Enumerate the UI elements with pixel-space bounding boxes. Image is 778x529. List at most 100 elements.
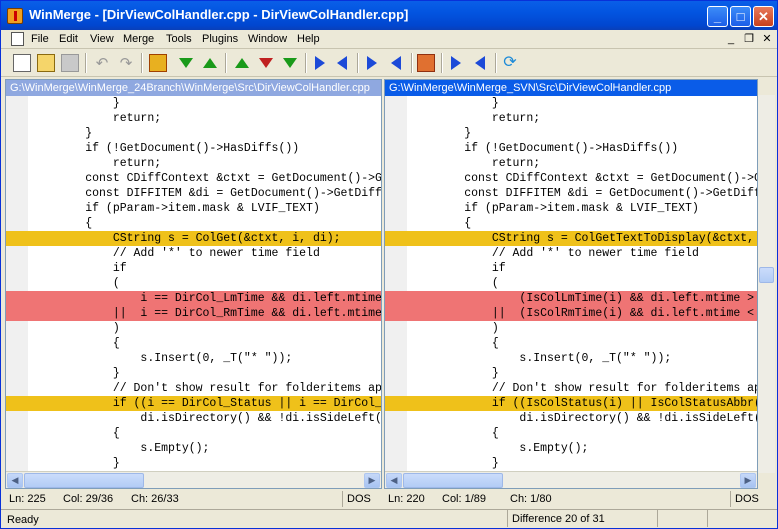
prev-diff-icon[interactable] [201,54,219,72]
right-code-view[interactable]: } return; } if (!GetDocument()->HasDiffs… [385,96,757,471]
left-horizontal-scrollbar[interactable]: ◀ ▶ [6,471,381,488]
code-line[interactable]: const CDiffContext &ctxt = GetDocument()… [6,171,381,186]
first-diff-icon[interactable] [233,54,251,72]
new-icon[interactable] [13,54,31,72]
mdi-restore-button[interactable]: ❐ [741,32,757,46]
code-line[interactable]: { [385,216,757,231]
menu-file[interactable]: File [31,33,49,45]
right-scroll-right-button[interactable]: ▶ [740,473,756,488]
right-scroll-thumb[interactable] [403,473,503,488]
code-line[interactable]: } [385,126,757,141]
code-line[interactable]: } [6,96,381,111]
copy-to-right-icon[interactable] [311,54,329,72]
document-icon[interactable] [11,32,24,46]
menu-merge[interactable]: Merge [123,33,154,45]
code-line[interactable]: { [385,336,757,351]
copy-to-left-icon[interactable] [333,54,351,72]
vertical-scrollbar[interactable] [758,95,775,473]
code-line[interactable]: { [6,216,381,231]
current-diff-icon[interactable] [149,54,167,72]
open-icon[interactable] [37,54,55,72]
right-horizontal-scrollbar[interactable]: ◀ ▶ [385,471,757,488]
maximize-button[interactable]: □ [730,6,751,27]
code-line[interactable]: if (!GetDocument()->HasDiffs()) [6,141,381,156]
code-line[interactable]: const DIFFITEM &di = GetDocument()->GetD… [385,186,757,201]
code-line[interactable]: } [385,96,757,111]
menu-tools[interactable]: Tools [166,33,192,45]
code-line[interactable]: if (pParam->item.mask & LVIF_TEXT) [385,201,757,216]
copy-all-left-icon[interactable] [471,54,489,72]
menu-plugins[interactable]: Plugins [202,33,238,45]
vertical-scroll-thumb[interactable] [759,267,774,283]
left-scroll-thumb[interactable] [24,473,144,488]
code-line[interactable]: const DIFFITEM &di = GetDocument()->GetD… [6,186,381,201]
code-line[interactable]: s.Empty(); [385,441,757,456]
right-pane[interactable]: G:\WinMerge\WinMerge_SVN\Src\DirViewColH… [384,79,758,489]
menu-view[interactable]: View [90,33,114,45]
code-line[interactable]: // Add '*' to newer time field [385,246,757,261]
code-line[interactable]: } [6,126,381,141]
minimize-button[interactable]: _ [707,6,728,27]
code-line[interactable]: // Add '*' to newer time field [6,246,381,261]
code-line[interactable]: s.Empty(); [6,441,381,456]
code-line[interactable]: di.isDirectory() && !di.isSideLeft() && [6,411,381,426]
code-line[interactable]: i == DirCol_LmTime && di.left.mtime > d [6,291,381,306]
last-diff-icon[interactable] [281,54,299,72]
code-line[interactable]: return; [385,156,757,171]
code-line[interactable]: return; [385,111,757,126]
left-code-view[interactable]: } return; } if (!GetDocument()->HasDiffs… [6,96,381,471]
code-line[interactable]: } [385,366,757,381]
copy-right-advance-icon[interactable] [363,54,381,72]
code-line[interactable]: || i == DirCol_RmTime && di.left.mtime <… [6,306,381,321]
code-line[interactable]: || (IsColRmTime(i) && di.left.mtime < di… [385,306,757,321]
code-line[interactable]: return; [6,111,381,126]
code-line[interactable]: ) [385,321,757,336]
code-line[interactable]: if [6,261,381,276]
code-line[interactable]: } [6,366,381,381]
code-line[interactable]: } [6,456,381,471]
left-scroll-right-button[interactable]: ▶ [364,473,380,488]
menu-window[interactable]: Window [248,33,287,45]
copy-all-right-icon[interactable] [447,54,465,72]
code-line[interactable]: ( [385,276,757,291]
status-difference-count: Difference 20 of 31 [507,510,657,527]
copy-left-advance-icon[interactable] [387,54,405,72]
undo-icon[interactable]: ↶ [93,54,111,72]
code-line[interactable]: s.Insert(0, _T("* ")); [6,351,381,366]
code-line[interactable]: if (!GetDocument()->HasDiffs()) [385,141,757,156]
mdi-close-button[interactable]: ✕ [759,32,775,46]
code-line[interactable]: CString s = ColGetTextToDisplay(&ctxt, i… [385,231,757,246]
options-icon[interactable] [417,54,435,72]
status-cell-empty-2 [707,510,757,527]
code-line[interactable]: di.isDirectory() && !di.isSideLeft() && [385,411,757,426]
left-scroll-left-button[interactable]: ◀ [7,473,23,488]
code-line[interactable]: (IsColLmTime(i) && di.left.mtime > di.r [385,291,757,306]
mdi-minimize-button[interactable]: _ [723,32,739,46]
code-line[interactable]: { [6,426,381,441]
code-line[interactable]: const CDiffContext &ctxt = GetDocument()… [385,171,757,186]
code-line[interactable]: return; [6,156,381,171]
code-line[interactable]: } [385,456,757,471]
code-line[interactable]: ( [6,276,381,291]
menu-help[interactable]: Help [297,33,320,45]
code-line[interactable]: { [6,336,381,351]
code-line[interactable]: // Don't show result for folderitems app… [385,381,757,396]
code-line[interactable]: // Don't show result for folderitems app… [6,381,381,396]
close-button[interactable]: ✕ [753,6,774,27]
merge-diff-icon[interactable] [257,54,275,72]
code-line[interactable]: ) [6,321,381,336]
redo-icon[interactable]: ↷ [117,54,135,72]
code-line[interactable]: CString s = ColGet(&ctxt, i, di); [6,231,381,246]
next-diff-icon[interactable] [177,54,195,72]
menu-edit[interactable]: Edit [59,33,78,45]
code-line[interactable]: s.Insert(0, _T("* ")); [385,351,757,366]
refresh-icon[interactable]: ⟳ [501,54,519,72]
code-line[interactable]: if ((i == DirCol_Status || i == DirCol_S… [6,396,381,411]
code-line[interactable]: if (pParam->item.mask & LVIF_TEXT) [6,201,381,216]
save-icon[interactable] [61,54,79,72]
left-pane[interactable]: G:\WinMerge\WinMerge_24Branch\WinMerge\S… [5,79,382,489]
right-scroll-left-button[interactable]: ◀ [386,473,402,488]
code-line[interactable]: if [385,261,757,276]
code-line[interactable]: { [385,426,757,441]
code-line[interactable]: if ((IsColStatus(i) || IsColStatusAbbr(i… [385,396,757,411]
